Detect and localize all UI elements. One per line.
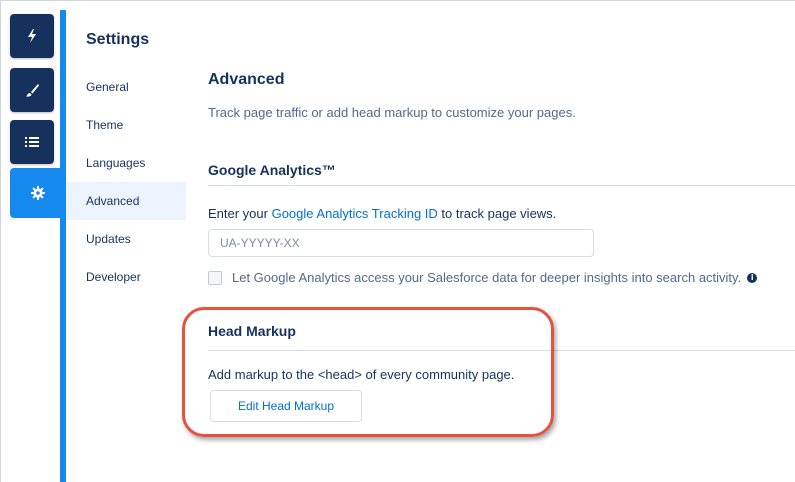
bolt-icon bbox=[25, 28, 39, 44]
rail-button-list[interactable] bbox=[10, 120, 54, 164]
brush-icon bbox=[24, 82, 40, 98]
head-markup-description: Add markup to the <head> of every commun… bbox=[208, 367, 515, 382]
page-title: Advanced bbox=[208, 71, 285, 88]
ga-data-access-checkbox[interactable] bbox=[208, 270, 222, 285]
ga-data-access-row: Let Google Analytics access your Salesfo… bbox=[208, 270, 758, 285]
page-subtitle: Track page traffic or add head markup to… bbox=[208, 105, 576, 120]
settings-title: Settings bbox=[86, 31, 150, 48]
nav-item-developer[interactable]: Developer bbox=[66, 258, 186, 296]
ga-data-access-label: Let Google Analytics access your Salesfo… bbox=[232, 270, 742, 285]
ga-tracking-id-input[interactable] bbox=[208, 229, 594, 257]
rail-button-bolt[interactable] bbox=[10, 14, 54, 58]
nav-item-advanced[interactable]: Advanced bbox=[66, 182, 186, 220]
head-markup-divider bbox=[208, 350, 795, 351]
nav-item-languages[interactable]: Languages bbox=[66, 144, 186, 182]
ga-instructions-suffix: to track page views. bbox=[437, 206, 557, 221]
frame-border-top bbox=[0, 0, 795, 1]
gear-icon bbox=[30, 185, 46, 201]
ga-section-heading: Google Analytics™ bbox=[208, 162, 336, 178]
ga-tracking-id-link[interactable]: Google Analytics Tracking ID bbox=[272, 206, 438, 221]
list-icon bbox=[24, 135, 40, 149]
ga-instructions-prefix: Enter your bbox=[208, 206, 272, 221]
settings-nav: General Theme Languages Advanced Updates… bbox=[66, 68, 186, 296]
rail-button-theme[interactable] bbox=[10, 68, 54, 112]
head-markup-heading: Head Markup bbox=[208, 323, 296, 339]
nav-item-general[interactable]: General bbox=[66, 68, 186, 106]
icon-rail bbox=[0, 0, 66, 482]
edit-head-markup-button[interactable]: Edit Head Markup bbox=[210, 390, 362, 422]
ga-instructions: Enter your Google Analytics Tracking ID … bbox=[208, 206, 556, 221]
nav-item-updates[interactable]: Updates bbox=[66, 220, 186, 258]
rail-button-settings[interactable] bbox=[10, 168, 66, 218]
ga-divider bbox=[208, 185, 795, 186]
nav-item-theme[interactable]: Theme bbox=[66, 106, 186, 144]
info-icon[interactable]: i bbox=[747, 272, 758, 283]
